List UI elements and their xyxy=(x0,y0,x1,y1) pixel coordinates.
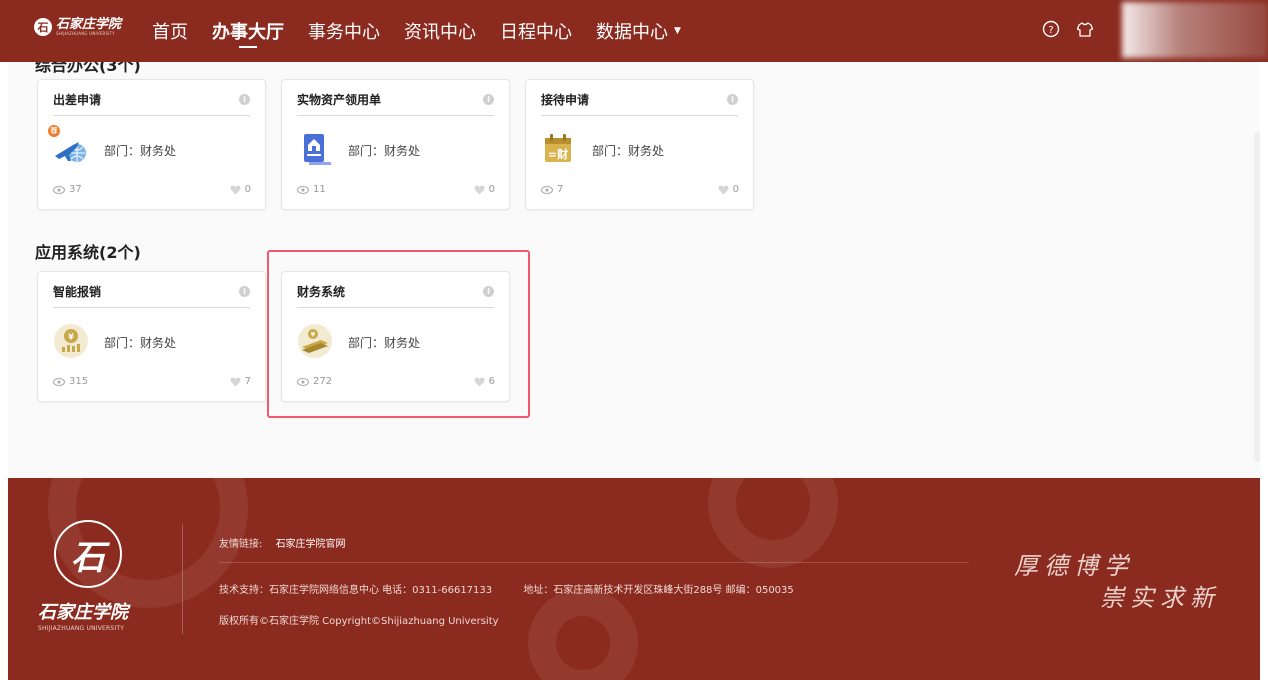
logo-name: 石家庄学院 xyxy=(56,17,122,32)
info-icon[interactable]: i xyxy=(727,94,738,105)
view-count: 37 xyxy=(53,184,82,195)
card-divider xyxy=(53,307,250,308)
support-line: 技术支持：石家庄学院网络信息中心 电话：0311-66617133 地址：石家庄… xyxy=(219,581,794,596)
like-count-value: 0 xyxy=(244,184,251,195)
caret-down-icon: ▼ xyxy=(674,26,681,36)
right-margin xyxy=(1260,62,1268,680)
motto-line2: 崇实求新 xyxy=(1100,584,1220,612)
footer-logo: 石 石家庄学院 SHIJIAZHUANG UNIVERSITY xyxy=(38,520,158,632)
nav-news-center[interactable]: 资讯中心 xyxy=(404,0,476,62)
service-card[interactable]: 智能报销 i ¥ 部门：财务处 315 7 xyxy=(37,271,266,402)
view-count-value: 37 xyxy=(69,184,82,195)
like-count[interactable]: 7 xyxy=(230,376,251,387)
like-count[interactable]: 0 xyxy=(718,184,739,195)
nav-home[interactable]: 首页 xyxy=(152,0,188,62)
content-area: 综合办公(3个) 出差申请 i 荐 部门：财务处 37 0 实物资产领用单 i xyxy=(8,62,1260,478)
card-title: 实物资产领用单 xyxy=(297,93,382,107)
address: 地址：石家庄高新技术开发区珠峰大街288号 邮编：050035 xyxy=(523,585,794,596)
university-emblem-icon: 石 xyxy=(34,18,52,36)
card-department: 部门：财务处 xyxy=(104,144,177,158)
heart-icon xyxy=(230,377,241,386)
top-header: 石 石家庄学院 SHIJIAZHUANG UNIVERSITY 首页 办事大厅 … xyxy=(0,0,1268,62)
friend-links-label: 友情链接: xyxy=(219,539,263,550)
nav-service-hall[interactable]: 办事大厅 xyxy=(212,0,284,62)
view-count: 7 xyxy=(541,184,563,195)
view-count: 315 xyxy=(53,376,88,387)
tech-support: 技术支持：石家庄学院网络信息中心 电话：0311-66617133 xyxy=(219,585,493,596)
info-icon[interactable]: i xyxy=(239,286,250,297)
footer-hline xyxy=(219,562,969,563)
highlight-box xyxy=(267,250,530,418)
section-title-apps: 应用系统(2个) xyxy=(35,243,141,262)
card-department: 部门：财务处 xyxy=(104,336,177,350)
svg-text:¥: ¥ xyxy=(68,333,74,342)
footer-logo-english: SHIJIAZHUANG UNIVERSITY xyxy=(38,625,125,632)
service-card[interactable]: 实物资产领用单 i 部门：财务处 11 0 xyxy=(281,79,510,210)
eye-icon xyxy=(297,185,309,194)
coin-chart-icon: ¥ xyxy=(53,323,89,359)
card-divider xyxy=(297,115,494,116)
footer-divider xyxy=(182,524,183,634)
calendar-finance-icon: =财 xyxy=(541,131,577,167)
info-icon[interactable]: i xyxy=(239,94,250,105)
view-count-value: 11 xyxy=(313,184,326,195)
main-nav: 首页 办事大厅 事务中心 资讯中心 日程中心 数据中心 ▼ xyxy=(152,0,705,62)
card-department: 部门：财务处 xyxy=(348,144,421,158)
friend-links: 友情链接: 石家庄学院官网 xyxy=(219,535,346,550)
plane-globe-icon xyxy=(53,131,89,167)
footer: 石 石家庄学院 SHIJIAZHUANG UNIVERSITY 友情链接: 石家… xyxy=(8,478,1260,680)
decor-ring xyxy=(708,478,838,568)
card-department: 部门：财务处 xyxy=(592,144,665,158)
svg-text:?: ? xyxy=(1048,25,1053,36)
section-title-office: 综合办公(3个) xyxy=(35,62,141,75)
logo-english: SHIJIAZHUANG UNIVERSITY xyxy=(56,31,115,36)
eye-icon xyxy=(53,185,65,194)
heart-icon xyxy=(230,185,241,194)
like-count-value: 0 xyxy=(488,184,495,195)
card-title: 接待申请 xyxy=(541,93,590,107)
service-card[interactable]: 接待申请 i =财 部门：财务处 7 0 xyxy=(525,79,754,210)
eye-icon xyxy=(53,377,65,386)
help-icon[interactable]: ? xyxy=(1040,18,1062,40)
asset-form-icon xyxy=(297,131,333,167)
heart-icon xyxy=(474,185,485,194)
like-count[interactable]: 0 xyxy=(474,184,495,195)
card-divider xyxy=(53,115,250,116)
like-count[interactable]: 0 xyxy=(230,184,251,195)
view-count-value: 315 xyxy=(69,376,89,387)
copyright: 版权所有©石家庄学院 Copyright©Shijiazhuang Univer… xyxy=(219,616,499,627)
motto-line1: 厚德博学 xyxy=(1014,552,1134,580)
link-university-site[interactable]: 石家庄学院官网 xyxy=(276,539,346,550)
like-count-value: 7 xyxy=(244,376,251,387)
calendar-finance-text: =财 xyxy=(548,147,568,161)
header-logo[interactable]: 石 石家庄学院 SHIJIAZHUANG UNIVERSITY xyxy=(34,18,121,36)
card-title: 智能报销 xyxy=(53,285,102,299)
university-emblem-icon: 石 xyxy=(54,520,122,588)
nav-affairs-center[interactable]: 事务中心 xyxy=(308,0,380,62)
card-divider xyxy=(541,115,738,116)
left-margin xyxy=(0,62,8,680)
like-count-value: 0 xyxy=(732,184,739,195)
eye-icon xyxy=(541,185,553,194)
nav-data-center-label: 数据中心 xyxy=(596,22,668,43)
footer-logo-name: 石家庄学院 xyxy=(38,602,128,623)
view-count: 11 xyxy=(297,184,326,195)
decor-ring xyxy=(528,588,638,680)
card-title: 出差申请 xyxy=(53,93,102,107)
nav-data-center[interactable]: 数据中心 ▼ xyxy=(596,0,681,62)
user-avatar-blurred[interactable] xyxy=(1122,2,1268,58)
info-icon[interactable]: i xyxy=(483,94,494,105)
shirt-icon[interactable] xyxy=(1074,18,1096,40)
heart-icon xyxy=(718,185,729,194)
nav-schedule-center[interactable]: 日程中心 xyxy=(500,0,572,62)
service-card[interactable]: 出差申请 i 荐 部门：财务处 37 0 xyxy=(37,79,266,210)
view-count-value: 7 xyxy=(557,184,564,195)
